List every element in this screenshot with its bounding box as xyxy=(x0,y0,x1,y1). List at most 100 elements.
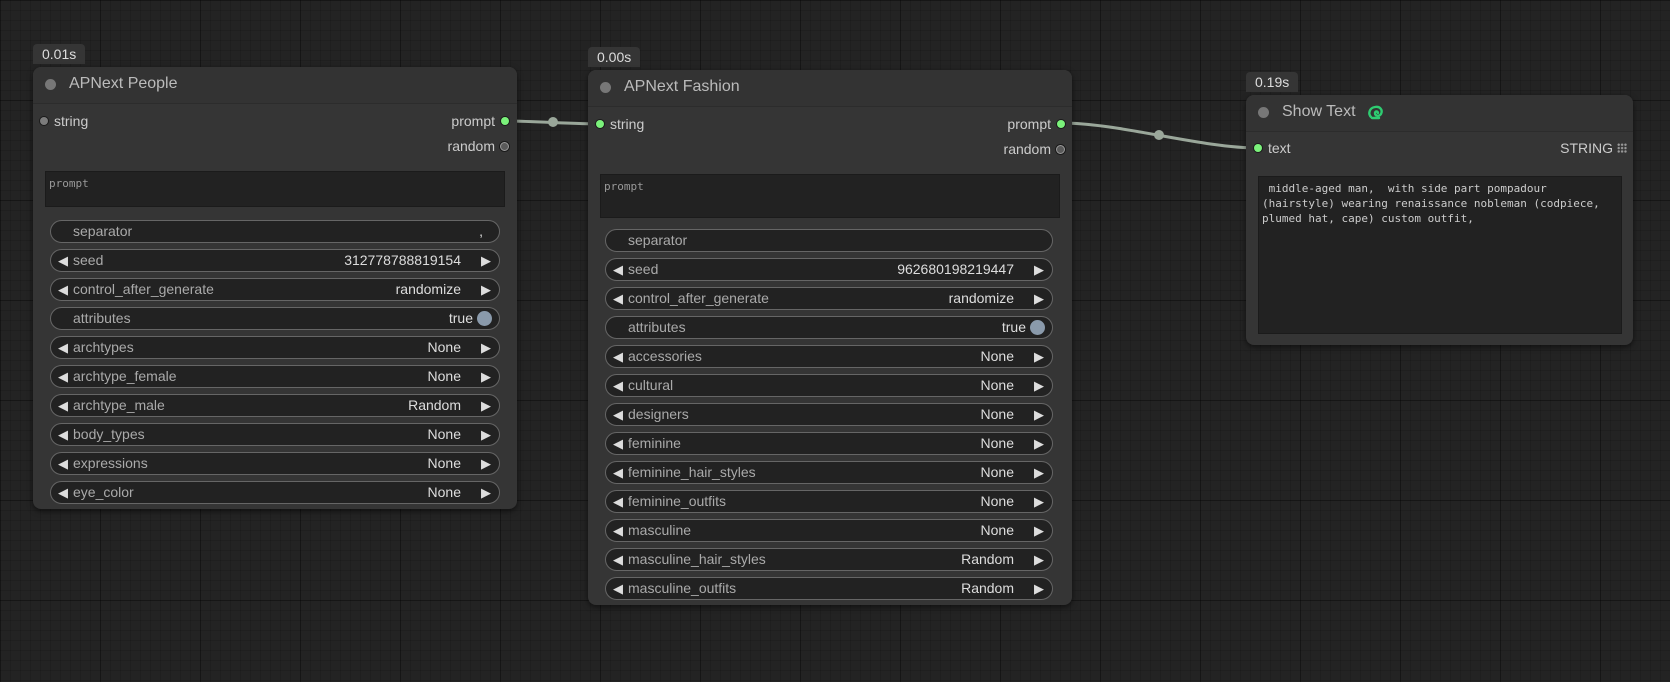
input-pin-icon[interactable] xyxy=(40,117,48,125)
decrement-arrow-icon[interactable]: ◀ xyxy=(613,259,623,280)
increment-arrow-icon[interactable]: ▶ xyxy=(481,250,491,271)
combo-widget-masculine-outfits[interactable]: ◀ masculine_outfits Random ▶ xyxy=(605,577,1053,600)
next-arrow-icon[interactable]: ▶ xyxy=(481,337,491,358)
prev-arrow-icon[interactable]: ◀ xyxy=(58,337,68,358)
prev-arrow-icon[interactable]: ◀ xyxy=(58,453,68,474)
output-pin-icon[interactable] xyxy=(500,142,509,151)
next-arrow-icon[interactable]: ▶ xyxy=(481,424,491,445)
input-pin-icon[interactable] xyxy=(1254,144,1262,152)
control-after-generate-widget[interactable]: ◀ control_after_generate randomize ▶ xyxy=(605,287,1053,310)
combo-widget-feminine-hair-styles[interactable]: ◀ feminine_hair_styles None ▶ xyxy=(605,461,1053,484)
attributes-toggle[interactable]: attributes true xyxy=(50,307,500,330)
show-text-output[interactable]: middle-aged man, with side part pompadou… xyxy=(1258,176,1622,334)
increment-arrow-icon[interactable]: ▶ xyxy=(1034,259,1044,280)
widget-name: archtype_female xyxy=(73,368,177,384)
combo-widget-feminine-outfits[interactable]: ◀ feminine_outfits None ▶ xyxy=(605,490,1053,513)
toggle-knob-icon[interactable] xyxy=(477,311,492,326)
combo-widget-archtype-female[interactable]: ◀ archtype_female None ▶ xyxy=(50,365,500,388)
node-header[interactable]: APNext People xyxy=(33,67,517,104)
prev-arrow-icon[interactable]: ◀ xyxy=(58,424,68,445)
toggle-knob-icon[interactable] xyxy=(1030,320,1045,335)
combo-widget-expressions[interactable]: ◀ expressions None ▶ xyxy=(50,452,500,475)
widget-name: seed xyxy=(73,252,104,268)
collapse-dot-icon[interactable] xyxy=(600,82,611,93)
collapse-dot-icon[interactable] xyxy=(45,79,56,90)
prompt-textarea[interactable]: prompt xyxy=(600,174,1060,218)
prompt-textarea[interactable]: prompt xyxy=(45,171,505,207)
input-slot-string[interactable]: string xyxy=(596,116,644,132)
combo-widget-accessories[interactable]: ◀ accessories None ▶ xyxy=(605,345,1053,368)
next-arrow-icon[interactable]: ▶ xyxy=(1034,578,1044,599)
next-arrow-icon[interactable]: ▶ xyxy=(481,366,491,387)
node-apnext-fashion[interactable]: APNext Fashion string prompt random prom… xyxy=(588,70,1072,605)
grid-dots-icon[interactable] xyxy=(1617,143,1627,153)
input-slot-string[interactable]: string xyxy=(40,113,88,129)
next-arrow-icon[interactable]: ▶ xyxy=(1034,520,1044,541)
graph-canvas[interactable]: 0.01s APNext People string prompt random… xyxy=(0,0,1670,682)
combo-widget-archtype-male[interactable]: ◀ archtype_male Random ▶ xyxy=(50,394,500,417)
output-slot-prompt[interactable]: prompt xyxy=(1007,116,1065,132)
widget-name: control_after_generate xyxy=(628,290,769,306)
separator-widget[interactable]: separator xyxy=(605,229,1053,252)
execution-time-badge: 0.19s xyxy=(1246,72,1299,92)
prev-arrow-icon[interactable]: ◀ xyxy=(58,279,68,300)
node-header[interactable]: APNext Fashion xyxy=(588,70,1072,107)
next-arrow-icon[interactable]: ▶ xyxy=(1034,288,1044,309)
next-arrow-icon[interactable]: ▶ xyxy=(481,453,491,474)
prev-arrow-icon[interactable]: ◀ xyxy=(613,288,623,309)
next-arrow-icon[interactable]: ▶ xyxy=(1034,346,1044,367)
separator-widget[interactable]: separator , xyxy=(50,220,500,243)
prev-arrow-icon[interactable]: ◀ xyxy=(58,482,68,503)
seed-widget[interactable]: ◀ seed 962680198219447 ▶ xyxy=(605,258,1053,281)
next-arrow-icon[interactable]: ▶ xyxy=(481,482,491,503)
widget-value: 312778788819154 xyxy=(344,252,461,268)
output-slot-string[interactable]: STRING xyxy=(1560,140,1627,156)
prev-arrow-icon[interactable]: ◀ xyxy=(613,404,623,425)
prev-arrow-icon[interactable]: ◀ xyxy=(613,549,623,570)
node-show-text[interactable]: Show Text text STRING middle-aged man, w… xyxy=(1246,95,1633,345)
next-arrow-icon[interactable]: ▶ xyxy=(1034,549,1044,570)
next-arrow-icon[interactable]: ▶ xyxy=(1034,375,1044,396)
seed-widget[interactable]: ◀ seed 312778788819154 ▶ xyxy=(50,249,500,272)
prev-arrow-icon[interactable]: ◀ xyxy=(613,578,623,599)
control-after-generate-widget[interactable]: ◀ control_after_generate randomize ▶ xyxy=(50,278,500,301)
output-pin-icon[interactable] xyxy=(1056,145,1065,154)
output-slot-random[interactable]: random xyxy=(1004,141,1065,157)
output-slot-random[interactable]: random xyxy=(448,138,509,154)
next-arrow-icon[interactable]: ▶ xyxy=(1034,433,1044,454)
combo-widget-body-types[interactable]: ◀ body_types None ▶ xyxy=(50,423,500,446)
combo-widget-feminine[interactable]: ◀ feminine None ▶ xyxy=(605,432,1053,455)
node-header[interactable]: Show Text xyxy=(1246,95,1633,132)
prev-arrow-icon[interactable]: ◀ xyxy=(58,395,68,416)
combo-widget-masculine[interactable]: ◀ masculine None ▶ xyxy=(605,519,1053,542)
input-pin-icon[interactable] xyxy=(596,120,604,128)
combo-widget-archtypes[interactable]: ◀ archtypes None ▶ xyxy=(50,336,500,359)
combo-widget-masculine-hair-styles[interactable]: ◀ masculine_hair_styles Random ▶ xyxy=(605,548,1053,571)
prev-arrow-icon[interactable]: ◀ xyxy=(58,366,68,387)
prev-arrow-icon[interactable]: ◀ xyxy=(613,346,623,367)
combo-widget-designers[interactable]: ◀ designers None ▶ xyxy=(605,403,1053,426)
widget-value: None xyxy=(427,426,461,442)
decrement-arrow-icon[interactable]: ◀ xyxy=(58,250,68,271)
next-arrow-icon[interactable]: ▶ xyxy=(481,395,491,416)
output-pin-icon[interactable] xyxy=(501,117,509,125)
output-slot-prompt[interactable]: prompt xyxy=(451,113,509,129)
output-pin-icon[interactable] xyxy=(1057,120,1065,128)
next-arrow-icon[interactable]: ▶ xyxy=(1034,462,1044,483)
attributes-toggle[interactable]: attributes true xyxy=(605,316,1053,339)
collapse-dot-icon[interactable] xyxy=(1258,107,1269,118)
next-arrow-icon[interactable]: ▶ xyxy=(1034,404,1044,425)
next-arrow-icon[interactable]: ▶ xyxy=(1034,491,1044,512)
prev-arrow-icon[interactable]: ◀ xyxy=(613,520,623,541)
input-slot-text[interactable]: text xyxy=(1254,140,1291,156)
widget-name: archtype_male xyxy=(73,397,165,413)
node-apnext-people[interactable]: APNext People string prompt random promp… xyxy=(33,67,517,509)
prev-arrow-icon[interactable]: ◀ xyxy=(613,375,623,396)
next-arrow-icon[interactable]: ▶ xyxy=(481,279,491,300)
prev-arrow-icon[interactable]: ◀ xyxy=(613,462,623,483)
prev-arrow-icon[interactable]: ◀ xyxy=(613,491,623,512)
combo-widget-cultural[interactable]: ◀ cultural None ▶ xyxy=(605,374,1053,397)
widget-name: feminine xyxy=(628,435,681,451)
prev-arrow-icon[interactable]: ◀ xyxy=(613,433,623,454)
combo-widget-eye-color[interactable]: ◀ eye_color None ▶ xyxy=(50,481,500,504)
